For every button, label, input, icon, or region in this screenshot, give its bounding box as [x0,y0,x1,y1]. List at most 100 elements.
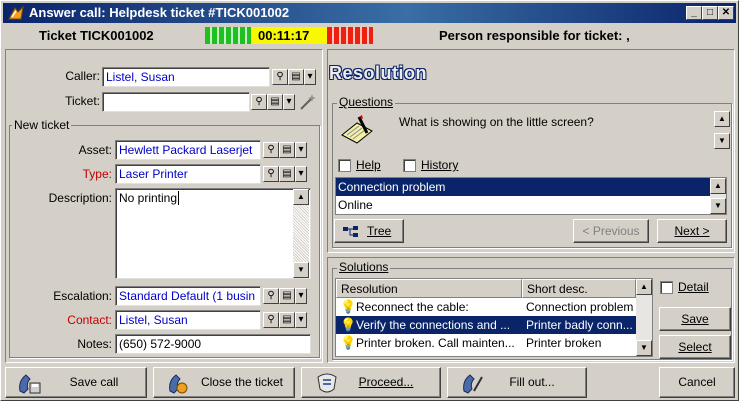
scroll-down-icon[interactable]: ▼ [636,340,652,356]
timer-value: 00:11:17 [258,28,310,43]
search-icon[interactable]: ⚲ [263,166,279,182]
description-field[interactable]: No printing [115,188,311,279]
timer-green-segment [205,27,251,44]
details-icon[interactable]: ▤ [267,94,283,110]
chevron-down-icon[interactable]: ▾ [295,288,307,304]
type-field[interactable]: Laser Printer [115,164,261,184]
question-scrollbar[interactable]: ▲ ▼ [714,111,730,149]
proceed-button[interactable]: Proceed... [301,367,441,398]
question-text: What is showing on the little screen? [399,115,594,129]
search-icon[interactable]: ⚲ [263,142,279,158]
contact-label: Contact: [67,313,112,327]
table-cell: Connection problem [526,300,634,314]
scroll-up-icon[interactable]: ▲ [293,189,309,205]
lightbulb-icon: 💡 [340,317,357,332]
previous-button[interactable]: < Previous [573,219,649,243]
resolution-title: Resolution [329,63,427,83]
type-label: Type: [82,167,112,181]
column-header-short-desc[interactable]: Short desc. [522,279,636,298]
new-ticket-group-label: New ticket [12,118,72,132]
asset-field[interactable]: Hewlett Packard Laserjet [115,140,261,160]
caller-field[interactable]: Listel, Susan [102,67,270,87]
wand-icon[interactable] [298,92,318,112]
search-icon[interactable]: ⚲ [263,288,279,304]
save-call-button[interactable]: Save call [5,367,147,398]
table-cell: Reconnect the cable: [356,300,469,314]
contact-field[interactable]: Listel, Susan [115,310,261,330]
window-title: Answer call: Helpdesk ticket #TICK001002 [29,5,290,20]
scroll-up-icon[interactable]: ▲ [714,111,730,127]
detail-label: Detail [678,280,709,294]
details-icon[interactable]: ▤ [279,166,295,182]
cancel-button[interactable]: Cancel [659,367,735,398]
description-text: No printing [119,191,178,205]
escalation-field[interactable]: Standard Default (1 busin [115,286,261,306]
details-icon[interactable]: ▤ [279,312,295,328]
fill-out-button[interactable]: Fill out... [447,367,587,398]
solutions-scrollbar[interactable]: ▲ ▼ [636,279,652,356]
solutions-table[interactable]: Resolution Short desc. 💡 Reconnect the c… [335,278,653,357]
close-button[interactable]: ✕ [718,6,734,20]
help-checkbox[interactable] [338,159,351,172]
title-bar[interactable]: Answer call: Helpdesk ticket #TICK001002… [3,3,736,23]
fill-out-label: Fill out... [509,375,555,389]
answer-call-window: Answer call: Helpdesk ticket #TICK001002… [0,0,739,401]
detail-checkbox[interactable] [660,281,673,294]
chevron-down-icon[interactable]: ▾ [283,94,295,110]
proceed-icon [317,373,337,393]
table-cell: Printer broken. Call mainten... [356,336,515,350]
phone-fill-icon [463,374,483,394]
notes-label: Notes: [77,337,112,351]
notes-field[interactable]: (650) 572-9000 [115,334,311,354]
scroll-down-icon[interactable]: ▼ [710,198,726,214]
scroll-up-icon[interactable]: ▲ [710,178,726,194]
close-ticket-button[interactable]: Close the ticket [153,367,295,398]
app-icon [8,5,24,20]
header-strip: Ticket TICK001002 00:11:17 Person respon… [5,25,733,47]
save-call-label: Save call [69,375,119,389]
search-icon[interactable]: ⚲ [251,94,267,110]
help-label: Help [356,158,381,172]
scroll-up-icon[interactable]: ▲ [636,279,652,295]
minimize-button[interactable]: _ [686,6,702,20]
ticket-number: Ticket TICK001002 [39,28,154,43]
chevron-down-icon[interactable]: ▾ [295,166,307,182]
history-label: History [421,158,459,172]
caller-label: Caller: [65,69,100,83]
select-button[interactable]: Select [659,335,731,359]
search-icon[interactable]: ⚲ [263,312,279,328]
details-icon[interactable]: ▤ [279,142,295,158]
ticket-field[interactable] [102,92,250,112]
tree-button[interactable]: Tree [334,219,404,243]
phone-close-icon [169,374,188,394]
chevron-down-icon[interactable]: ▾ [295,142,307,158]
answers-list[interactable]: Connection problem Online ▲ ▼ [335,177,727,215]
save-solution-button[interactable]: Save [659,307,731,331]
timer-bar: 00:11:17 [205,27,373,44]
list-item[interactable]: Online [336,196,710,214]
list-item[interactable]: Connection problem [336,178,710,196]
lightbulb-icon: 💡 [340,299,357,314]
phone-save-icon [19,374,41,394]
answers-scrollbar[interactable]: ▲ ▼ [710,178,726,214]
table-row[interactable]: 💡 Verify the connections and ... Printer… [336,316,636,334]
table-row[interactable]: 💡 Printer broken. Call mainten... Printe… [336,334,636,352]
next-button[interactable]: Next > [657,219,727,243]
scroll-down-icon[interactable]: ▼ [714,133,730,149]
escalation-label: Escalation: [53,289,112,303]
table-cell: Printer badly conn... [526,318,633,332]
details-icon[interactable]: ▤ [288,69,304,85]
chevron-down-icon[interactable]: ▾ [295,312,307,328]
solutions-group-label: Solutions [337,260,391,274]
description-scrollbar[interactable]: ▲ ▼ [293,189,309,278]
chevron-down-icon[interactable]: ▾ [304,69,316,85]
person-responsible: Person responsible for ticket: , [439,28,630,43]
column-header-resolution[interactable]: Resolution [336,279,522,298]
history-checkbox[interactable] [403,159,416,172]
search-icon[interactable]: ⚲ [272,69,288,85]
details-icon[interactable]: ▤ [279,288,295,304]
scroll-down-icon[interactable]: ▼ [293,262,309,278]
table-cell: Verify the connections and ... [356,318,511,332]
table-row[interactable]: 💡 Reconnect the cable: Connection proble… [336,298,636,316]
maximize-button[interactable]: □ [702,6,718,20]
